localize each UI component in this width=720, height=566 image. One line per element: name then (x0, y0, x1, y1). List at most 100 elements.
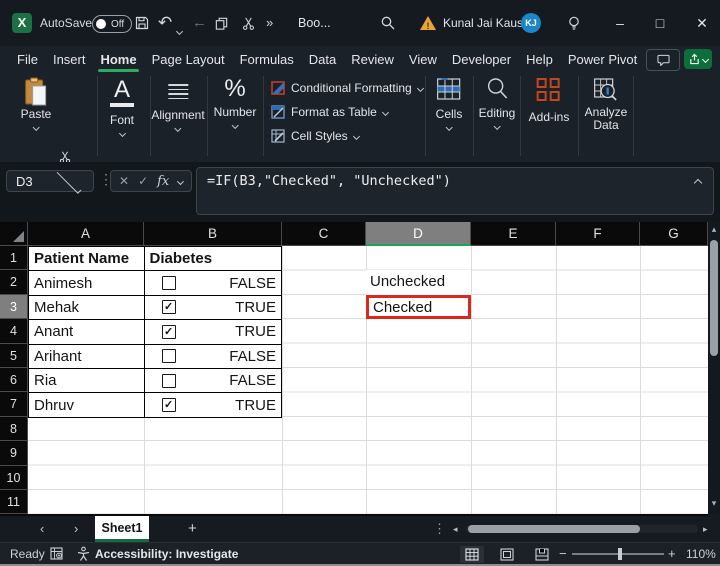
conditional-formatting-button[interactable]: Conditional Formatting (271, 79, 423, 97)
tab-home[interactable]: Home (100, 52, 136, 67)
row-header-10[interactable]: 10 (0, 466, 28, 490)
cell-b1-diabetes-header[interactable]: Diabetes (145, 247, 282, 271)
cell-a7[interactable]: Dhruv (29, 393, 145, 417)
tab-review[interactable]: Review (351, 52, 394, 67)
more-commands-button[interactable]: » (266, 0, 273, 46)
select-all-corner[interactable] (0, 222, 28, 246)
tab-insert[interactable]: Insert (53, 52, 86, 67)
tab-help[interactable]: Help (526, 52, 553, 67)
excel-app-icon[interactable]: X (12, 13, 32, 33)
undo-dropdown[interactable] (177, 21, 182, 39)
column-header-f[interactable]: F (556, 222, 640, 246)
cell-b5[interactable]: FALSE (145, 345, 282, 369)
column-header-c[interactable]: C (282, 222, 366, 246)
analyze-data-button[interactable]: Analyze Data (585, 78, 628, 132)
avatar[interactable]: KJ (521, 13, 541, 33)
cell-a5[interactable]: Arihant (29, 345, 145, 369)
tab-formulas[interactable]: Formulas (240, 52, 294, 67)
share-button[interactable] (684, 49, 712, 69)
tabbar-options-dots[interactable]: ⋮ (433, 516, 446, 542)
cell-a1-patient-name-header[interactable]: Patient Name (29, 247, 145, 271)
copy-button[interactable] (214, 0, 229, 46)
zoom-in-button[interactable]: + (668, 543, 676, 565)
checkbox-checked[interactable]: ✓ (162, 325, 176, 339)
search-button[interactable] (380, 0, 396, 46)
cell-b7[interactable]: ✓ TRUE (145, 393, 282, 417)
row-header-4[interactable]: 4 (0, 319, 28, 343)
row-header-3[interactable]: 3 (0, 295, 28, 319)
back-button[interactable]: ← (192, 0, 207, 46)
row-header-9[interactable]: 9 (0, 441, 28, 465)
prev-sheet-button[interactable]: ‹ (40, 516, 44, 542)
row-header-8[interactable]: 8 (0, 417, 28, 441)
column-header-d[interactable]: D (366, 222, 471, 246)
cell-b2[interactable]: FALSE (145, 271, 282, 295)
row-header-1[interactable]: 1 (0, 246, 28, 270)
zoom-out-button[interactable]: − (559, 543, 567, 565)
tab-view[interactable]: View (409, 52, 437, 67)
cell-styles-button[interactable]: Cell Styles (271, 127, 359, 145)
tab-file[interactable]: File (17, 52, 38, 67)
paste-button[interactable]: Paste (21, 77, 52, 130)
lightbulb-button[interactable] (566, 0, 582, 46)
undo-button[interactable]: ↶ (158, 0, 172, 46)
sheet-tab-sheet1[interactable]: Sheet1 (95, 516, 149, 542)
enter-formula-button[interactable]: ✓ (138, 174, 148, 188)
scroll-right-arrow[interactable]: ▸ (703, 516, 708, 542)
accessibility-status[interactable]: Accessibility: Investigate (95, 543, 238, 565)
zoom-level[interactable]: 110% (686, 543, 716, 565)
alignment-group-button[interactable]: Alignment (151, 78, 204, 131)
tab-page-layout[interactable]: Page Layout (152, 52, 225, 67)
cell-a3[interactable]: Mehak (29, 296, 145, 320)
checkbox-unchecked[interactable] (162, 276, 176, 290)
row-header-11[interactable]: 11 (0, 490, 28, 514)
number-group-button[interactable]: % Number (214, 76, 257, 128)
tab-developer[interactable]: Developer (452, 52, 511, 67)
add-sheet-button[interactable]: + (188, 516, 197, 542)
document-title[interactable]: Boo... (298, 0, 331, 46)
macro-record-button[interactable] (50, 547, 65, 561)
name-box[interactable]: D3 (6, 170, 94, 192)
collapse-formula-bar-chevron[interactable] (694, 179, 702, 187)
warning-icon[interactable]: ! (420, 16, 436, 30)
formula-input[interactable]: =IF(B3,"Checked", "Unchecked") (196, 167, 714, 215)
row-header-7[interactable]: 7 (0, 392, 28, 416)
cut-button[interactable] (241, 0, 256, 46)
zoom-slider[interactable] (572, 553, 664, 555)
save-button[interactable] (134, 0, 150, 46)
checkbox-unchecked[interactable] (162, 374, 176, 388)
font-group-button[interactable]: A Font (110, 78, 134, 136)
format-as-table-button[interactable]: Format as Table (271, 103, 388, 121)
next-sheet-button[interactable]: › (74, 516, 78, 542)
editing-group-button[interactable]: Editing (479, 77, 516, 129)
checkbox-unchecked[interactable] (162, 349, 176, 363)
row-header-5[interactable]: 5 (0, 344, 28, 368)
comments-button[interactable] (646, 49, 680, 71)
scroll-down-arrow[interactable]: ▾ (708, 498, 720, 509)
tab-power-pivot[interactable]: Power Pivot (568, 52, 637, 67)
checkbox-checked[interactable]: ✓ (162, 300, 176, 314)
column-header-e[interactable]: E (471, 222, 556, 246)
vertical-scrollbar[interactable]: ▴ ▾ (708, 222, 720, 514)
tab-data[interactable]: Data (309, 52, 336, 67)
row-header-6[interactable]: 6 (0, 368, 28, 392)
cell-b4[interactable]: ✓ TRUE (145, 320, 282, 344)
cell-b6[interactable]: FALSE (145, 369, 282, 393)
page-break-view-button[interactable] (530, 546, 554, 563)
column-header-b[interactable]: B (144, 222, 282, 246)
cell-b3[interactable]: ✓ TRUE (145, 296, 282, 320)
horizontal-scrollbar-thumb[interactable] (468, 525, 640, 533)
checkbox-checked[interactable]: ✓ (162, 398, 176, 412)
cell-a4[interactable]: Anant (29, 320, 145, 344)
vertical-scrollbar-thumb[interactable] (710, 240, 718, 356)
normal-view-button[interactable] (460, 546, 484, 563)
page-layout-view-button[interactable] (495, 546, 519, 563)
sheet-cells-area[interactable]: Patient Name Diabetes Animesh FALSE Meha… (28, 246, 708, 514)
cell-d3-selected[interactable]: Checked (366, 295, 471, 319)
insert-function-button[interactable]: fx (157, 174, 169, 189)
minimize-button[interactable]: – (605, 0, 635, 46)
column-header-g[interactable]: G (640, 222, 708, 246)
add-ins-button[interactable]: Add-ins (529, 78, 570, 124)
accessibility-button[interactable] (76, 546, 91, 562)
row-header-2[interactable]: 2 (0, 270, 28, 294)
